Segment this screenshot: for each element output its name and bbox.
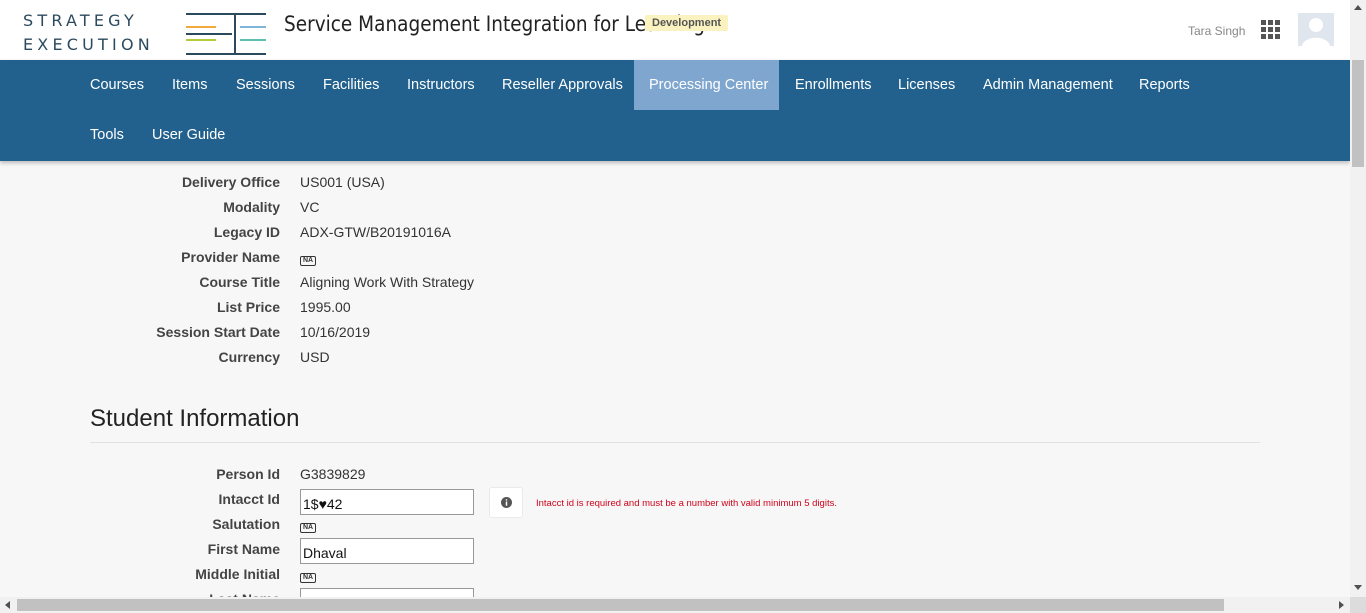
nav-admin-management[interactable]: Admin Management <box>968 60 1128 110</box>
app-title: Service Management Integration for Learn… <box>284 12 705 36</box>
main-content: Delivery Office US001 (USA) Modality VC … <box>0 161 1350 597</box>
section-divider <box>90 442 1260 443</box>
field-value: VC <box>300 199 320 215</box>
nav-reports[interactable]: Reports <box>1124 60 1205 110</box>
logo-line-1: STRATEGY <box>23 11 138 30</box>
nav-user-guide[interactable]: User Guide <box>137 110 240 160</box>
field-label: Session Start Date <box>156 324 280 340</box>
user-name[interactable]: Tara Singh <box>1188 24 1245 38</box>
field-row: Provider Name NA <box>0 247 900 272</box>
field-row: Modality VC <box>0 197 900 222</box>
nav-sessions[interactable]: Sessions <box>221 60 310 110</box>
main-navigation: Courses Items Sessions Facilities Instru… <box>0 60 1350 161</box>
nav-facilities[interactable]: Facilities <box>308 60 394 110</box>
middle-initial-row: Middle Initial NA <box>0 564 900 589</box>
nav-processing-center[interactable]: Processing Center <box>634 60 779 110</box>
field-row: Currency USD <box>0 347 900 372</box>
environment-badge: Development <box>645 15 729 31</box>
field-value: USD <box>300 349 330 365</box>
na-badge: NA <box>300 523 317 533</box>
app-header: STRATEGY EXECUTION Service Management In… <box>0 0 1350 60</box>
intacct-id-input[interactable] <box>300 489 474 515</box>
field-label: Currency <box>218 349 280 365</box>
vertical-scroll-thumb[interactable] <box>1352 60 1364 167</box>
person-id-value: G3839829 <box>300 466 366 482</box>
scroll-left-arrow-icon[interactable] <box>5 601 10 609</box>
person-id-row: Person Id G3839829 <box>0 464 900 489</box>
company-logo[interactable]: STRATEGY EXECUTION <box>23 11 154 55</box>
last-name-input[interactable] <box>300 588 474 597</box>
scroll-up-arrow-icon[interactable] <box>1354 5 1362 10</box>
nav-courses[interactable]: Courses <box>75 60 159 110</box>
nav-items[interactable]: Items <box>157 60 222 110</box>
intacct-id-label: Intacct Id <box>218 491 280 507</box>
middle-initial-value: NA <box>300 564 317 584</box>
salutation-label: Salutation <box>212 516 280 532</box>
info-icon <box>500 497 512 508</box>
logo-mark-icon <box>186 13 266 55</box>
apps-grid-icon[interactable] <box>1261 20 1280 39</box>
field-value: US001 (USA) <box>300 174 385 190</box>
na-badge: NA <box>300 573 317 583</box>
intacct-id-error: Intacct id is required and must be a num… <box>536 498 837 509</box>
na-badge: NA <box>300 256 317 266</box>
field-row: Legacy ID ADX-GTW/B20191016A <box>0 222 900 247</box>
field-row: Session Start Date 10/16/2019 <box>0 322 900 347</box>
first-name-label: First Name <box>207 541 280 557</box>
last-name-label: Last Name <box>20 589 280 597</box>
scrollbar-corner <box>1350 597 1366 613</box>
field-label: Provider Name <box>181 249 280 265</box>
field-value: ADX-GTW/B20191016A <box>300 224 451 240</box>
field-label: Delivery Office <box>181 174 280 190</box>
nav-instructors[interactable]: Instructors <box>392 60 490 110</box>
horizontal-scroll-thumb[interactable] <box>17 599 1224 611</box>
salutation-value: NA <box>300 514 317 534</box>
field-value: Aligning Work With Strategy <box>300 274 475 290</box>
field-label: Legacy ID <box>213 224 280 240</box>
salutation-row: Salutation NA <box>0 514 900 539</box>
section-title: Student Information <box>90 405 300 432</box>
field-row: Delivery Office US001 (USA) <box>0 172 900 197</box>
nav-reseller-approvals[interactable]: Reseller Approvals <box>487 60 638 110</box>
user-avatar-icon[interactable] <box>1298 13 1334 46</box>
nav-enrollments[interactable]: Enrollments <box>780 60 887 110</box>
logo-line-2: EXECUTION <box>23 35 154 54</box>
field-label: Modality <box>223 199 280 215</box>
field-value: NA <box>300 247 317 267</box>
nav-tools[interactable]: Tools <box>75 110 139 160</box>
scroll-down-arrow-icon[interactable] <box>1354 585 1362 590</box>
scroll-right-arrow-icon[interactable] <box>1339 601 1344 609</box>
person-id-label: Person Id <box>216 466 280 482</box>
nav-licenses[interactable]: Licenses <box>883 60 970 110</box>
field-label: Course Title <box>199 274 280 290</box>
first-name-input[interactable] <box>300 538 474 564</box>
field-row: Course Title Aligning Work With Strategy <box>0 272 900 297</box>
field-label: List Price <box>216 299 280 315</box>
field-value: 1995.00 <box>300 299 351 315</box>
field-row: List Price 1995.00 <box>0 297 900 322</box>
middle-initial-label: Middle Initial <box>195 566 280 582</box>
field-value: 10/16/2019 <box>300 324 371 340</box>
